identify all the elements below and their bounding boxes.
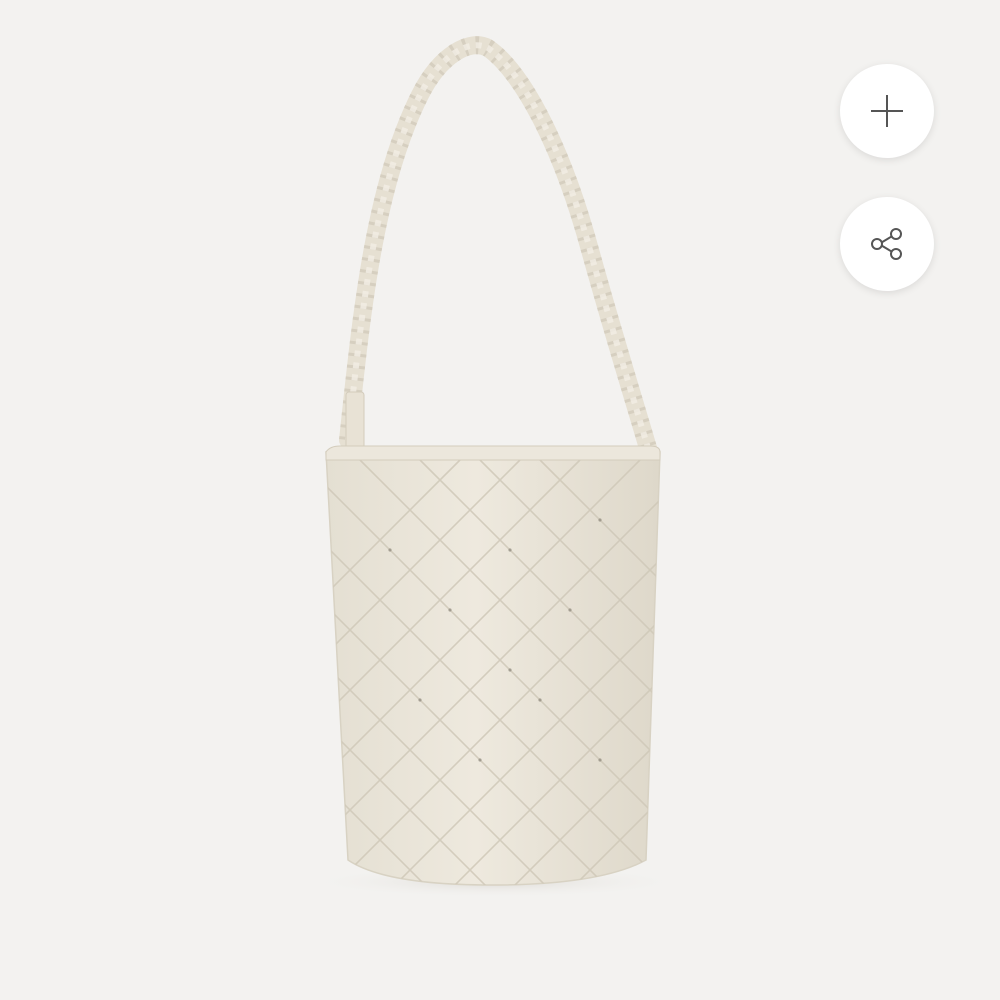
plus-icon	[869, 93, 905, 129]
share-button[interactable]	[840, 197, 934, 291]
product-photo	[305, 36, 685, 898]
share-icon	[867, 224, 907, 264]
add-button[interactable]	[840, 64, 934, 158]
product-image-viewer	[0, 0, 1000, 1000]
